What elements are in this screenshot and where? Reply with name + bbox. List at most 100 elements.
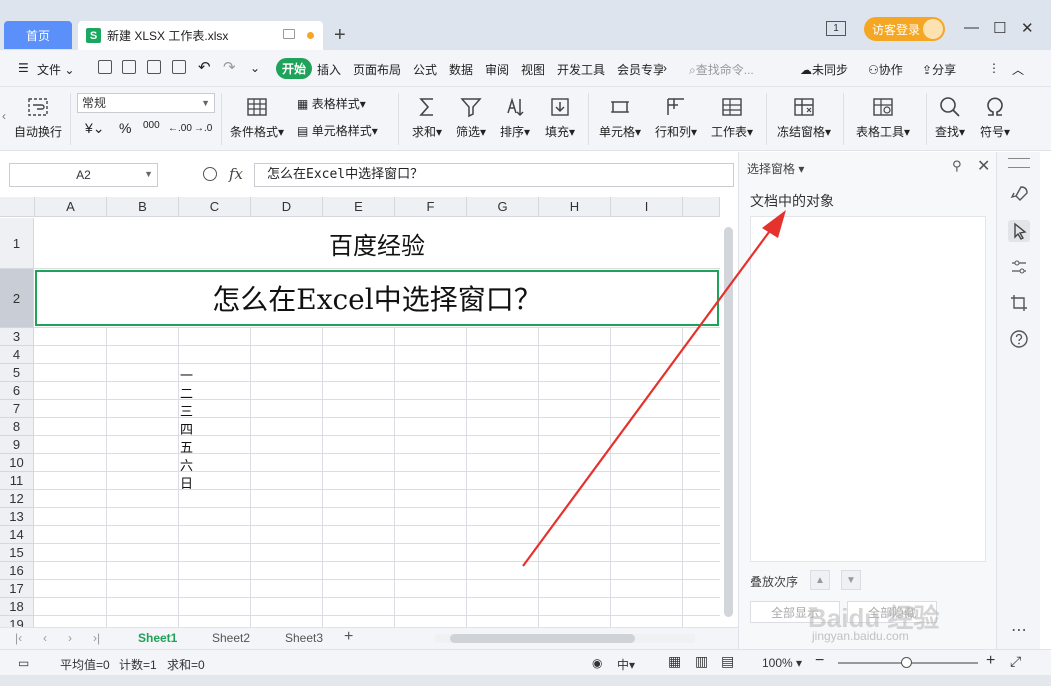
row-col-button[interactable]: 行和列▾ — [655, 95, 697, 140]
number-format-select[interactable]: 常规 ▼ — [77, 93, 215, 113]
maximize-button[interactable]: ☐ — [993, 19, 1006, 37]
pane-title[interactable]: 选择窗格 ▾ — [747, 160, 804, 177]
hamburger-icon[interactable]: ☰ — [18, 61, 29, 75]
zoom-in-button[interactable]: + — [986, 652, 995, 670]
normal-view-icon[interactable]: ▦ — [668, 653, 681, 670]
select-cursor-icon[interactable] — [1008, 220, 1030, 242]
menu-view[interactable]: 视图 — [521, 61, 545, 78]
sum-button[interactable]: 求和▾ — [412, 95, 442, 140]
row-header[interactable]: 17 — [0, 580, 34, 598]
cell-c6[interactable]: 二 — [180, 383, 193, 402]
sliders-icon[interactable] — [1008, 256, 1030, 278]
collapse-ribbon-icon[interactable]: ︿ — [1012, 61, 1024, 78]
conditional-format-button[interactable]: 条件格式▾ — [230, 95, 284, 140]
zoom-slider-knob[interactable] — [901, 657, 912, 668]
select-all-corner[interactable] — [0, 197, 35, 217]
name-box[interactable]: A2 ▼ — [9, 163, 158, 187]
fx-icon[interactable]: fx — [229, 165, 243, 183]
menu-insert[interactable]: 插入 — [317, 61, 341, 78]
row-header[interactable]: 9 — [0, 436, 34, 454]
move-down-button[interactable]: ▼ — [841, 570, 861, 590]
cell-question-a2-selected[interactable]: 怎么在Excel中选择窗口？ — [35, 270, 719, 326]
cell-c10[interactable]: 六 — [180, 455, 193, 474]
menu-data[interactable]: 数据 — [449, 61, 473, 78]
cell-c9[interactable]: 五 — [180, 437, 193, 456]
column-header[interactable]: F — [395, 197, 467, 217]
cell-c7[interactable]: 三 — [180, 401, 193, 420]
row-header[interactable]: 14 — [0, 526, 34, 544]
minimize-button[interactable]: — — [964, 19, 979, 36]
row-header[interactable]: 5 — [0, 364, 34, 382]
cell-button[interactable]: 单元格▾ — [599, 95, 641, 140]
page-break-view-icon[interactable]: ▥ — [695, 653, 708, 670]
quick-access-dropdown-icon[interactable]: ⌄ — [250, 61, 260, 75]
sheet-tab-active[interactable]: Sheet1 — [138, 631, 177, 645]
vertical-scroll-thumb[interactable] — [724, 227, 733, 617]
page-layout-view-icon[interactable]: ▤ — [721, 653, 734, 670]
window-count-badge[interactable]: 1 — [826, 21, 846, 36]
print-icon[interactable] — [147, 60, 161, 74]
cell-c8[interactable]: 四 — [180, 419, 193, 438]
monitor-icon[interactable] — [283, 29, 295, 39]
new-tab-button[interactable]: + — [334, 24, 346, 47]
column-header[interactable]: D — [251, 197, 323, 217]
table-tools-button[interactable]: 表格工具▾ — [856, 95, 910, 140]
zoom-out-button[interactable]: − — [815, 652, 824, 670]
sync-button[interactable]: ☁未同步 — [800, 61, 848, 78]
crop-icon[interactable] — [1008, 292, 1030, 314]
next-sheet-icon[interactable]: › — [68, 631, 72, 645]
decrease-decimal-button[interactable]: →.0 — [194, 123, 212, 134]
freeze-panes-button[interactable]: 冻结窗格▾ — [777, 95, 831, 140]
sort-button[interactable]: 排序▾ — [500, 95, 530, 140]
column-header[interactable]: C — [179, 197, 251, 217]
share-button[interactable]: ⇪分享 — [922, 61, 956, 78]
close-pane-icon[interactable]: ✕ — [977, 156, 990, 176]
row-header[interactable]: 12 — [0, 490, 34, 508]
row-header[interactable]: 1 — [0, 218, 34, 269]
row-header-selected[interactable]: 2 — [0, 269, 34, 328]
menu-scroll-right-icon[interactable]: › — [663, 61, 667, 75]
row-header[interactable]: 16 — [0, 562, 34, 580]
collab-button[interactable]: ⚇协作 — [868, 61, 903, 78]
add-sheet-button[interactable]: + — [344, 628, 353, 646]
tab-home[interactable]: 首页 — [4, 21, 72, 49]
sheet-tab[interactable]: Sheet3 — [285, 631, 323, 645]
cell-style-button[interactable]: ▤ 单元格样式▾ — [297, 122, 378, 139]
filter-button[interactable]: 筛选▾ — [456, 95, 486, 140]
prev-sheet-icon[interactable]: ‹ — [43, 631, 47, 645]
row-header[interactable]: 11 — [0, 472, 34, 490]
fullscreen-icon[interactable]: ⤢ — [1010, 653, 1021, 670]
pin-icon[interactable]: ⚲ — [952, 158, 962, 174]
column-header[interactable]: B — [107, 197, 179, 217]
column-header[interactable]: G — [467, 197, 539, 217]
undo-icon[interactable]: ↶ — [198, 58, 211, 76]
first-sheet-icon[interactable]: |‹ — [15, 631, 22, 645]
zoom-level[interactable]: 100% ▾ — [762, 656, 802, 670]
increase-decimal-button[interactable]: ←.00 — [168, 123, 192, 134]
print-preview-icon[interactable] — [172, 60, 186, 74]
redo-icon[interactable]: ↷ — [223, 58, 236, 76]
worksheet-button[interactable]: 工作表▾ — [711, 95, 753, 140]
row-header[interactable]: 7 — [0, 400, 34, 418]
visitor-login-button[interactable]: 访客登录 — [864, 17, 945, 41]
column-header[interactable]: E — [323, 197, 395, 217]
export-icon[interactable] — [122, 60, 136, 74]
tab-document[interactable]: S 新建 XLSX 工作表.xlsx — [78, 21, 323, 50]
menu-review[interactable]: 审阅 — [485, 61, 509, 78]
table-style-button[interactable]: ▦ 表格样式▾ — [297, 95, 366, 112]
formula-input[interactable]: 怎么在Excel中选择窗口？ — [254, 163, 734, 187]
row-header[interactable]: 18 — [0, 598, 34, 616]
spreadsheet-grid[interactable]: A B C D E F G H I 1 2 3 4 5 6 7 8 9 10 1… — [0, 197, 738, 627]
column-header[interactable]: I — [611, 197, 683, 217]
last-sheet-icon[interactable]: ›| — [93, 631, 100, 645]
save-icon[interactable] — [98, 60, 112, 74]
row-header[interactable]: 4 — [0, 346, 34, 364]
column-header[interactable]: H — [539, 197, 611, 217]
move-up-button[interactable]: ▲ — [810, 570, 830, 590]
row-header[interactable]: 13 — [0, 508, 34, 526]
sheet-tab[interactable]: Sheet2 — [212, 631, 250, 645]
fill-button[interactable]: 填充▾ — [545, 95, 575, 140]
menu-start[interactable]: 开始 — [276, 58, 312, 79]
more-icon[interactable]: ⋮ — [988, 61, 1000, 75]
object-list[interactable] — [750, 216, 986, 562]
